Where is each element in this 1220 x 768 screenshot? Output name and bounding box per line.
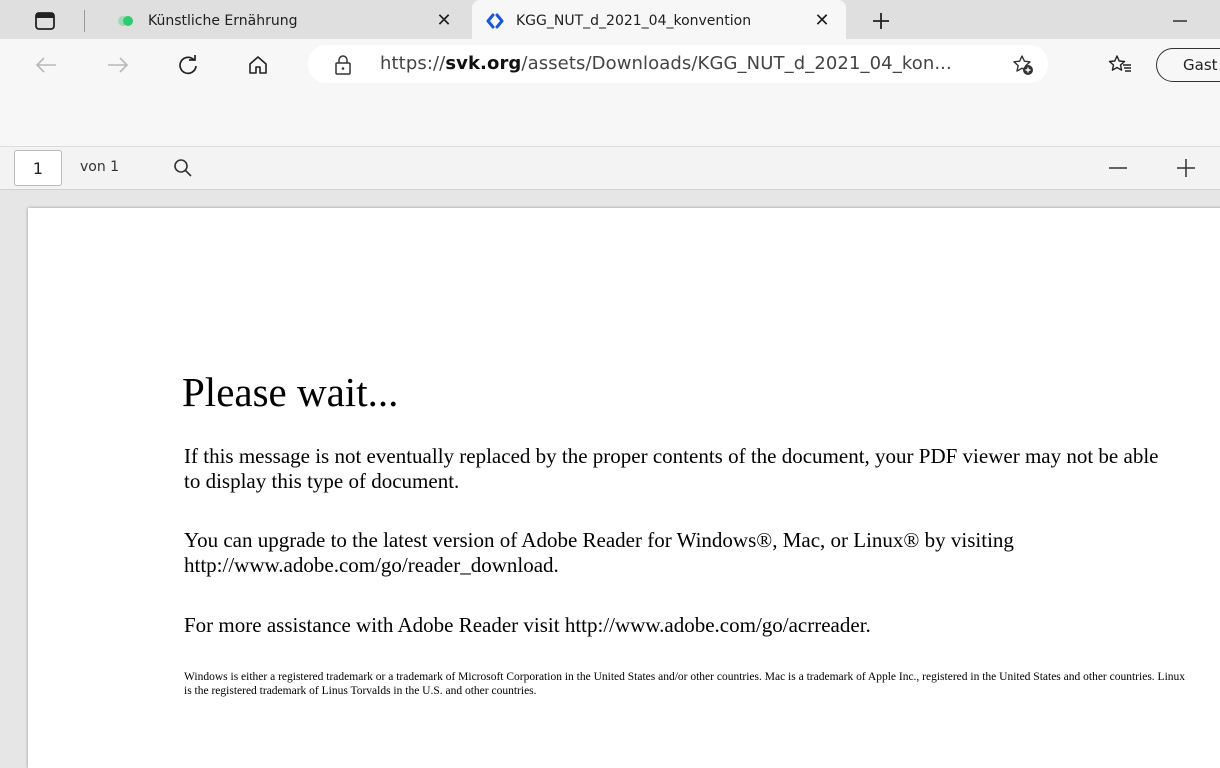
zoom-in-button[interactable]	[1168, 153, 1204, 183]
profile-label: Gast	[1183, 56, 1218, 74]
pdf-page: Please wait... If this message is not ev…	[28, 208, 1220, 768]
pdf-viewer[interactable]: Please wait... If this message is not ev…	[0, 190, 1220, 768]
close-icon[interactable]: ✕	[432, 8, 456, 32]
url-domain: svk.org	[445, 53, 522, 74]
search-button[interactable]	[168, 153, 198, 183]
refresh-button[interactable]	[170, 49, 206, 81]
home-icon	[249, 56, 267, 74]
navigation-toolbar: https://svk.org/assets/Downloads/KGG_NUT…	[0, 39, 1220, 89]
tab-divider	[84, 10, 85, 32]
document-paragraph-1: If this message is not eventually replac…	[184, 444, 1159, 493]
close-icon[interactable]: ✕	[810, 8, 834, 32]
tab-favicon-link	[486, 13, 504, 28]
page-number: 1	[32, 158, 44, 178]
forward-icon	[108, 57, 129, 73]
pdf-toolbar: 1 von 1	[0, 147, 1220, 190]
zoom-in-icon	[1177, 159, 1195, 177]
document-paragraph-2: You can upgrade to the latest version of…	[184, 528, 1014, 577]
search-icon	[174, 159, 192, 177]
add-favorite-button[interactable]	[1008, 51, 1038, 79]
address-bar[interactable]: https://svk.org/assets/Downloads/KGG_NUT…	[308, 45, 1048, 83]
zoom-out-icon	[1109, 167, 1127, 169]
tab-favicon-green	[118, 15, 138, 27]
profile-button[interactable]: Gast	[1156, 48, 1220, 82]
back-icon	[35, 57, 56, 73]
tab-actions-icon	[35, 12, 55, 30]
tab-actions-button[interactable]	[28, 4, 62, 38]
page-number-input[interactable]: 1	[14, 150, 62, 186]
minimize-icon	[1173, 20, 1187, 22]
new-tab-button[interactable]	[866, 6, 896, 36]
toolbar-separator	[0, 89, 1220, 147]
home-button[interactable]	[240, 49, 276, 81]
url-rest: /assets/Downloads/KGG_NUT_d_2021_04_kon.…	[521, 53, 952, 74]
tab-strip: Künstliche Ernährung ✕ KGG_NUT_d_2021_04…	[0, 0, 1220, 41]
favorites-button[interactable]	[1102, 49, 1138, 81]
document-paragraph-3: For more assistance with Adobe Reader vi…	[184, 613, 871, 637]
back-button[interactable]	[28, 49, 64, 81]
new-tab-icon	[873, 13, 889, 29]
site-info-icon	[335, 55, 351, 75]
document-title: Please wait...	[182, 369, 399, 415]
refresh-icon	[179, 55, 197, 75]
site-info-button[interactable]	[330, 52, 356, 78]
url-prefix: https://	[380, 53, 446, 74]
document-footnote: Windows is either a registered trademark…	[184, 671, 1186, 697]
tab-kuenstliche-ernaehrung[interactable]: Künstliche Ernährung ✕	[118, 0, 468, 41]
tab-title: KGG_NUT_d_2021_04_konvention	[516, 12, 752, 29]
add-favorite-icon	[1013, 55, 1033, 75]
url-text[interactable]: https://svk.org/assets/Downloads/KGG_NUT…	[380, 53, 952, 74]
tab-kgg-nut[interactable]: KGG_NUT_d_2021_04_konvention ✕	[472, 0, 846, 41]
favorites-icon	[1108, 55, 1131, 72]
forward-button[interactable]	[100, 49, 136, 81]
page-count: von 1	[80, 159, 120, 175]
zoom-out-button[interactable]	[1100, 153, 1136, 183]
minimize-button[interactable]	[1160, 6, 1200, 36]
tab-title: Künstliche Ernährung	[148, 12, 298, 29]
